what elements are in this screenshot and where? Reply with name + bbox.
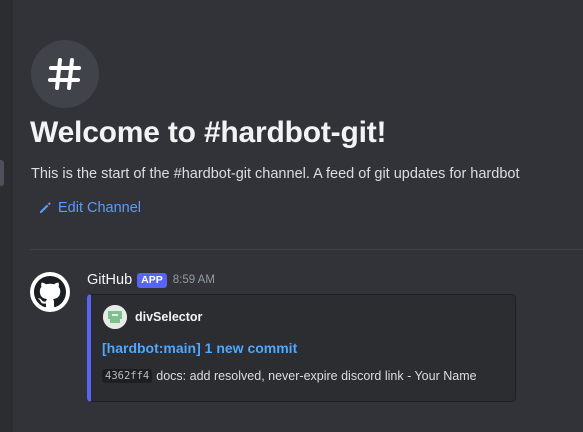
message-timestamp: 8:59 AM (172, 274, 215, 286)
sidebar-selection-indicator (0, 160, 4, 186)
message-author[interactable]: GitHub (87, 272, 132, 288)
message-header: GitHub APP 8:59 AM (87, 272, 215, 288)
page-title: Welcome to #hardbot-git! (30, 116, 387, 149)
embed-card: divSelector [hardbot:main] 1 new commit … (87, 294, 516, 402)
embed-title-link[interactable]: [hardbot:main] 1 new commit (102, 340, 297, 356)
identicon-icon (103, 305, 127, 329)
server-sidebar-edge (0, 0, 13, 432)
edit-channel-button[interactable]: Edit Channel (38, 200, 141, 216)
github-icon (34, 276, 66, 308)
embed-author-avatar (103, 305, 127, 329)
embed-description: 4362ff4 docs: add resolved, never-expire… (102, 369, 477, 383)
commit-hash-link[interactable]: 4362ff4 (102, 369, 153, 383)
hashtag-icon (48, 58, 81, 90)
embed-author-name[interactable]: divSelector (135, 310, 202, 324)
embed-author: divSelector (103, 305, 202, 329)
channel-hashtag-icon (31, 40, 99, 108)
app-badge: APP (137, 272, 167, 288)
commit-message: docs: add resolved, never-expire discord… (156, 369, 477, 383)
pencil-icon (40, 202, 51, 213)
avatar[interactable] (30, 272, 70, 312)
channel-description: This is the start of the #hardbot-git ch… (31, 166, 520, 182)
divider (30, 249, 583, 250)
edit-channel-label: Edit Channel (58, 200, 142, 216)
